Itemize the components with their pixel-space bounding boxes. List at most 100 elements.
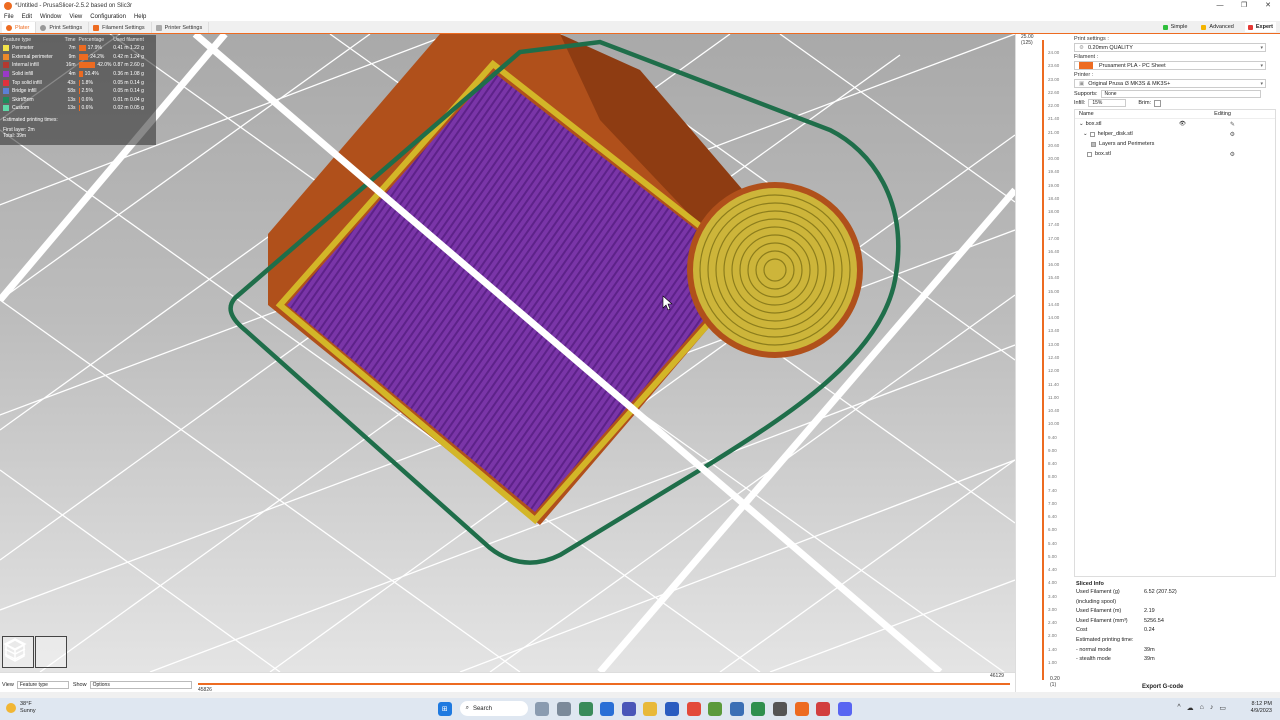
settings-icon[interactable]: ⚙ xyxy=(1230,131,1235,138)
sliced-info-row: Used Filament (m) 2.19 xyxy=(1076,608,1276,618)
mode-simple[interactable]: Simple xyxy=(1160,22,1191,32)
right-sidebar: Print settings : ⚙ 0.20mm QUALITY ▾ Fila… xyxy=(1070,34,1280,692)
legend-swatch xyxy=(3,45,9,52)
file-explorer-icon[interactable] xyxy=(643,701,658,716)
printer-combo[interactable]: ▣ Original Prusa i3 MK3S & MK3S+ ▾ xyxy=(1074,79,1266,88)
legend-row[interactable]: Bridge infill 58s 2.5% 0.05 m 0.14 g xyxy=(3,87,153,96)
legend-row[interactable]: Solid infill 4m 10.4% 0.36 m 1.08 g xyxy=(3,70,153,79)
legend-time: 13s xyxy=(67,96,76,103)
object-row-layers-perimeters[interactable]: Layers and Perimeters xyxy=(1075,139,1275,149)
eye-icon[interactable]: 👁 xyxy=(1179,121,1186,127)
app-icon-4[interactable] xyxy=(816,701,831,716)
network-icon[interactable]: ⌂ xyxy=(1200,704,1204,712)
cloud-icon[interactable]: ☁ xyxy=(1187,704,1194,712)
tab-filament-settings-label: Filament Settings xyxy=(102,24,145,31)
legend-row[interactable]: Custom 13s 0.6% 0.02 m 0.05 g xyxy=(3,104,153,113)
close-button[interactable]: ✕ xyxy=(1256,0,1280,12)
menu-view[interactable]: View xyxy=(69,14,82,20)
tab-print-settings[interactable]: Print Settings xyxy=(36,22,90,33)
menu-edit[interactable]: Edit xyxy=(22,14,32,20)
chrome-icon[interactable] xyxy=(686,701,701,716)
print-settings-combo[interactable]: ⚙ 0.20mm QUALITY ▾ xyxy=(1074,43,1266,52)
print-settings-value: 0.20mm QUALITY xyxy=(1087,44,1133,51)
prusaslicer-taskbar-icon[interactable] xyxy=(794,701,809,716)
menu-help[interactable]: Help xyxy=(134,14,146,20)
store-icon[interactable] xyxy=(664,701,679,716)
object-row-helper-disk[interactable]: ⌄ helper_disk.stl ⚙ xyxy=(1075,129,1275,139)
legend-rows: Perimeter 7m 17.9% 0.41 m 1.22 g External pe… xyxy=(3,44,153,113)
sliced-info-key: - normal mode xyxy=(1076,646,1112,653)
show-options-select[interactable]: Options xyxy=(89,681,192,689)
legend-row[interactable]: Perimeter 7m 17.9% 0.41 m 1.22 g xyxy=(3,44,153,53)
tab-filament-settings[interactable]: Filament Settings xyxy=(89,22,152,33)
legend-row[interactable]: Skirt/Brim 13s 0.6% 0.01 m 0.04 g xyxy=(3,96,153,105)
weather-widget[interactable]: 38°F Sunny xyxy=(6,701,36,715)
legend-swatch xyxy=(3,71,9,78)
edge-icon[interactable] xyxy=(578,701,593,716)
chevron-up-icon[interactable]: ^ xyxy=(1177,704,1180,712)
sliced-info-row: Cost 0.24 xyxy=(1076,627,1276,637)
legend-percentage: 2.5% xyxy=(78,88,114,95)
object-row-box[interactable]: ⌄ box.stl 👁 ✎ xyxy=(1075,119,1275,129)
filament-color-swatch[interactable] xyxy=(1079,62,1093,69)
legend-percentage: 1.8% xyxy=(78,79,114,86)
total-time: Total: 39m xyxy=(3,132,27,139)
menu-window[interactable]: Window xyxy=(40,14,61,20)
speaker-icon[interactable]: ♪ xyxy=(1210,704,1214,712)
taskbar-search[interactable]: ⌕ Search xyxy=(459,701,528,716)
word-icon[interactable] xyxy=(729,701,744,716)
battery-icon[interactable]: ▭ xyxy=(1219,704,1226,712)
layers-preview-icon[interactable] xyxy=(3,636,67,668)
app-icon-3[interactable] xyxy=(772,701,787,716)
view-control: View Feature type Show Options xyxy=(2,681,192,689)
legend-row[interactable]: External perimeter 9m 24.2% 0.42 m 1.24 g xyxy=(3,53,153,62)
legend-row[interactable]: Internal infill 16m 42.0% 0.87 m 2.60 g xyxy=(3,61,153,70)
layer-tick-label: 15.40 xyxy=(1048,275,1060,281)
edit-icon[interactable]: ✎ xyxy=(1230,121,1235,128)
view-type-select[interactable]: Feature type xyxy=(16,681,69,689)
mode-advanced[interactable]: Advanced xyxy=(1198,22,1236,32)
tab-printer-settings[interactable]: Printer Settings xyxy=(152,22,210,33)
move-slider-track[interactable] xyxy=(198,683,1010,685)
maximize-button[interactable]: ❐ xyxy=(1232,0,1256,12)
discord-icon[interactable] xyxy=(837,701,852,716)
layer-tick-label: 11.40 xyxy=(1048,381,1059,387)
sliced-info-key: Cost xyxy=(1076,627,1088,634)
brim-checkbox[interactable] xyxy=(1154,99,1162,107)
layer-slider[interactable]: 25.00 (125) 24.00 23.60 23.00 22.60 22.00 21.… xyxy=(1015,34,1070,692)
windows-start-icon[interactable]: ⊞ xyxy=(437,701,452,716)
legend-time: 13s xyxy=(67,105,76,112)
object-row-box-part[interactable]: box.stl ⚙ xyxy=(1075,149,1275,159)
legend-feature: Bridge infill xyxy=(3,88,61,95)
layer-tick-label: 9.00 xyxy=(1048,447,1057,453)
menu-configuration[interactable]: Configuration xyxy=(90,14,126,20)
legend-row[interactable]: Top solid infill 43s 1.8% 0.05 m 0.14 g xyxy=(3,78,153,87)
menu-file[interactable]: File xyxy=(4,14,14,20)
settings-icon[interactable]: ⚙ xyxy=(1230,151,1235,158)
widgets-icon[interactable] xyxy=(535,701,550,716)
tab-printer-settings-label: Printer Settings xyxy=(164,24,203,31)
infill-select[interactable]: 15% xyxy=(1088,99,1127,107)
tab-plater[interactable]: Plater xyxy=(2,22,37,33)
clock[interactable]: 8:12 PM 4/9/2023 xyxy=(1251,701,1272,715)
feature-type-legend: Feature type Time Percentage Used filame… xyxy=(0,35,156,145)
object-name: box.stl xyxy=(1085,121,1102,127)
filament-combo[interactable]: Prusament PLA - PC Sheet ▾ xyxy=(1074,61,1266,70)
legend-feature-name: Custom xyxy=(12,105,30,112)
print-settings-label: Print settings : xyxy=(1074,36,1109,42)
task-view-icon[interactable] xyxy=(556,701,571,716)
legend-time: 43s xyxy=(67,79,76,86)
mode-expert[interactable]: Expert xyxy=(1244,22,1276,32)
legend-percentage-text: 10.4% xyxy=(84,71,99,78)
legend-feature: Perimeter xyxy=(3,45,61,52)
minimize-button[interactable]: — xyxy=(1208,0,1232,12)
supports-select[interactable]: None xyxy=(1100,90,1261,98)
browser-icon[interactable] xyxy=(600,701,615,716)
view-label: View xyxy=(2,682,14,688)
app-icon-2[interactable] xyxy=(751,701,766,716)
app-icon[interactable] xyxy=(621,701,636,716)
export-gcode-button[interactable]: Export G-code xyxy=(1142,684,1183,690)
excel-icon[interactable] xyxy=(708,701,723,716)
layer-slider-track[interactable] xyxy=(1042,40,1044,680)
object-list: Name Editing ⌄ box.stl 👁 ✎ ⌄ helper_disk… xyxy=(1074,109,1276,577)
